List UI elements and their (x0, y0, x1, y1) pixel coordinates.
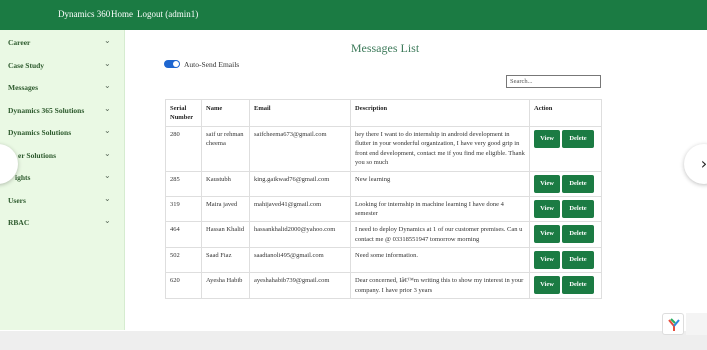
sidebar-item-label: er Solutions (18, 151, 56, 160)
cell-actions: View Delete (529, 125, 602, 172)
chevron-down-icon: ⌄ (104, 216, 111, 225)
table-row: 285 Kaustubh king.gaikwad76@gmail.com Ne… (165, 170, 602, 197)
sidebar-item-insights[interactable]: ights ⌄ (0, 168, 125, 188)
cell-name: Hassan Khalid (201, 221, 250, 249)
sidebar-item-label: Dynamics 365 Solutions (8, 106, 85, 115)
chevron-down-icon: ⌄ (104, 126, 111, 135)
brand-title[interactable]: Dynamics 360 (58, 9, 110, 19)
header-description: Description (350, 99, 530, 127)
sidebar-item-label: RBAC (8, 218, 30, 227)
cell-name: Kaustubh (201, 170, 250, 197)
auto-send-toggle[interactable] (164, 60, 180, 68)
sidebar-item-messages[interactable]: Messages ⌄ (0, 78, 125, 98)
delete-button[interactable]: Delete (562, 225, 594, 244)
view-button[interactable]: View (534, 225, 560, 244)
chevron-down-icon: ⌄ (104, 171, 111, 180)
header-email: Email (249, 99, 351, 127)
sidebar-item-dynamics-solutions[interactable]: Dynamics Solutions ⌄ (0, 123, 125, 143)
sidebar-item-users[interactable]: Users ⌄ (0, 191, 125, 211)
cell-email: saadtanoli495@gmail.com (249, 247, 351, 274)
view-button[interactable]: View (534, 276, 560, 295)
cell-name: Saad Fiaz (201, 247, 250, 274)
sidebar: Career ⌄ Case Study ⌄ Messages ⌄ Dynamic… (0, 30, 125, 330)
delete-button[interactable]: Delete (562, 174, 594, 193)
widget-side-panel (686, 313, 707, 335)
messages-table: Serial Number Name Email Description Act… (165, 99, 602, 300)
toggle-knob (173, 61, 179, 67)
carousel-next-button[interactable]: › (684, 144, 707, 184)
cell-actions: View Delete (529, 272, 602, 300)
cell-email: king.gaikwad76@gmail.com (249, 170, 351, 197)
cell-actions: View Delete (529, 221, 602, 249)
view-button[interactable]: View (534, 174, 560, 193)
cell-name: Maira javed (201, 195, 250, 223)
chevron-down-icon: ⌄ (104, 59, 111, 68)
bottom-strip (0, 331, 707, 350)
sidebar-item-other-solutions[interactable]: er Solutions ⌄ (0, 146, 125, 166)
cell-description: Need some information. (350, 247, 530, 274)
cell-description: New learning (350, 170, 530, 197)
sidebar-item-label: Messages (8, 83, 38, 92)
floating-widget[interactable] (662, 313, 684, 335)
chevron-down-icon: ⌄ (104, 104, 111, 113)
sidebar-item-rbac[interactable]: RBAC ⌄ (0, 213, 125, 233)
table-row: 502 Saad Fiaz saadtanoli495@gmail.com Ne… (165, 247, 602, 274)
cell-email: ayeshahabib739@gmail.com (249, 272, 351, 300)
widget-logo-icon (668, 318, 680, 331)
chevron-down-icon: ⌄ (104, 149, 111, 158)
cell-email: saifcheema673@gmail.com (249, 125, 351, 172)
cell-serial: 319 (165, 195, 202, 223)
nav-logout-link[interactable]: Logout (admin1) (137, 9, 198, 19)
cell-description: I need to deploy Dynamics at 1 of our cu… (350, 221, 530, 249)
sidebar-item-case-study[interactable]: Case Study ⌄ (0, 56, 125, 76)
cell-serial: 620 (165, 272, 202, 300)
header-serial: Serial Number (165, 99, 202, 127)
delete-button[interactable]: Delete (562, 129, 594, 148)
cell-description: hey there I want to do internship in and… (350, 125, 530, 172)
top-navbar: Dynamics 360 Home Logout (admin1) (0, 0, 707, 30)
cell-serial: 464 (165, 221, 202, 249)
nav-home-link[interactable]: Home (111, 9, 133, 19)
view-button[interactable]: View (534, 199, 560, 218)
cell-actions: View Delete (529, 195, 602, 223)
sidebar-item-label: Users (8, 196, 26, 205)
chevron-down-icon: ⌄ (104, 81, 111, 90)
cell-name: saif ur rehman cheema (201, 125, 250, 172)
delete-button[interactable]: Delete (562, 199, 594, 218)
cell-actions: View Delete (529, 170, 602, 197)
sidebar-item-label: ights (15, 173, 31, 182)
cell-serial: 280 (165, 125, 202, 172)
header-action: Action (529, 99, 602, 127)
delete-button[interactable]: Delete (562, 276, 594, 295)
delete-button[interactable]: Delete (562, 251, 594, 270)
header-name: Name (201, 99, 250, 127)
view-button[interactable]: View (534, 129, 560, 148)
table-row: 319 Maira javed mahijaved41@gmail.com Lo… (165, 195, 602, 223)
sidebar-item-label: Career (8, 38, 31, 47)
cell-email: mahijaved41@gmail.com (249, 195, 351, 223)
table-header-row: Serial Number Name Email Description Act… (165, 99, 602, 127)
cell-name: Ayesha Habib (201, 272, 250, 300)
view-button[interactable]: View (534, 251, 560, 270)
chevron-down-icon: ⌄ (104, 194, 111, 203)
sidebar-item-label: Case Study (8, 61, 45, 70)
table-row: 620 Ayesha Habib ayeshahabib739@gmail.co… (165, 272, 602, 300)
chevron-down-icon: ⌄ (104, 36, 111, 45)
cell-serial: 502 (165, 247, 202, 274)
sidebar-item-label: Dynamics Solutions (8, 128, 72, 137)
cell-description: Looking for internship in machine learni… (350, 195, 530, 223)
auto-send-label: Auto-Send Emails (184, 60, 240, 69)
search-input[interactable] (506, 75, 601, 88)
cell-email: hassankhalid2000@yahoo.com (249, 221, 351, 249)
cell-actions: View Delete (529, 247, 602, 274)
table-row: 280 saif ur rehman cheema saifcheema673@… (165, 125, 602, 172)
cell-serial: 285 (165, 170, 202, 197)
sidebar-item-career[interactable]: Career ⌄ (0, 33, 125, 53)
sidebar-item-dynamics-365-solutions[interactable]: Dynamics 365 Solutions ⌄ (0, 101, 125, 121)
cell-description: Dear concerned, Iâ€™m writing this to sh… (350, 272, 530, 300)
table-row: 464 Hassan Khalid hassankhalid2000@yahoo… (165, 221, 602, 249)
page-title: Messages List (350, 41, 420, 55)
